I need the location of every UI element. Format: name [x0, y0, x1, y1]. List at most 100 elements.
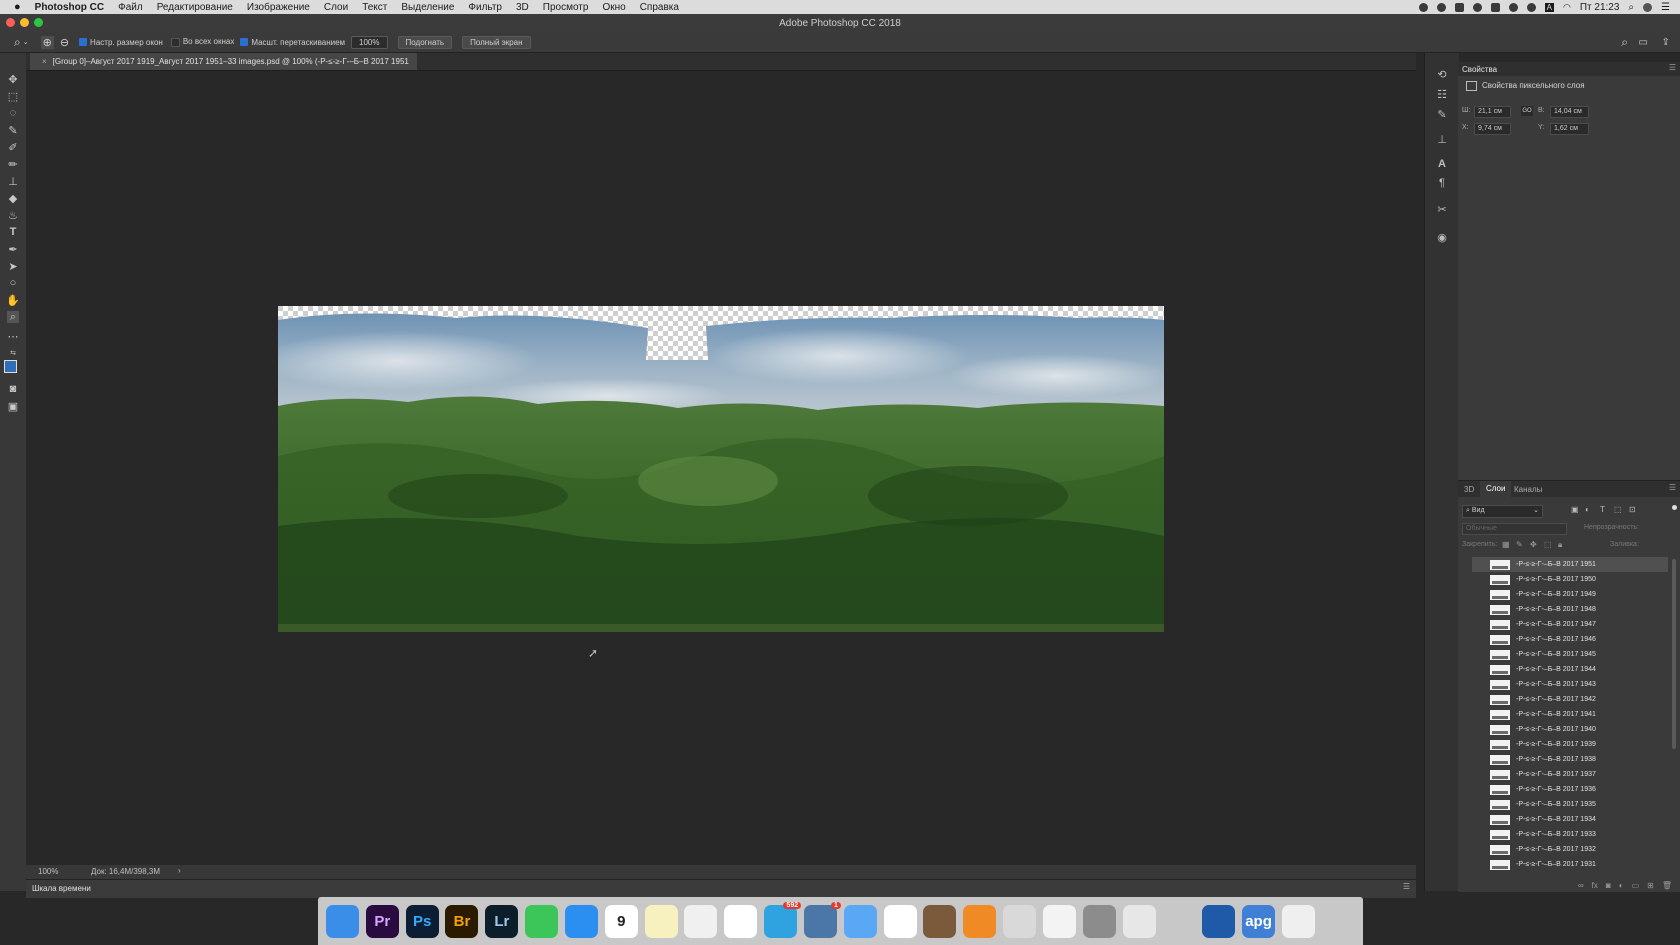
textedit-icon[interactable] [684, 904, 718, 938]
layer-visibility-toggle[interactable] [1472, 561, 1480, 569]
display-icon[interactable] [1490, 2, 1500, 12]
resize-windows-checkbox[interactable]: Настр. размер окон [79, 38, 163, 47]
layer-row[interactable]: -Р-≤-≥-Г-–Б–В 2017 1945 [1472, 647, 1668, 662]
creative-cloud-icon[interactable] [1418, 2, 1428, 12]
eye-icon[interactable] [1472, 2, 1482, 12]
quick-mask-icon[interactable]: ◙ [7, 383, 19, 395]
reminders-icon[interactable] [724, 904, 758, 938]
bridge-icon[interactable]: Br [445, 904, 479, 938]
zoom-tool-icon[interactable]: ⌕ [7, 311, 19, 323]
type-tool-icon[interactable]: T [7, 226, 19, 238]
panorama-image[interactable] [278, 306, 1164, 632]
layer-row[interactable]: -Р-≤-≥-Г-–Б–В 2017 1937 [1472, 767, 1668, 782]
layer-visibility-toggle[interactable] [1472, 741, 1480, 749]
blend-mode-select[interactable]: Обычные [1462, 523, 1567, 535]
layer-filter-select[interactable]: ⌕ Вид ⌄ [1462, 505, 1543, 518]
search-icon[interactable]: ⌕ [1621, 35, 1628, 50]
lasso-tool-icon[interactable]: ◌ [7, 107, 19, 119]
burn-tool-icon[interactable]: ♨ [7, 209, 19, 222]
layer-visibility-toggle[interactable] [1472, 711, 1480, 719]
stamp-tool-icon[interactable]: ⊥ [7, 175, 19, 188]
menu-layers[interactable]: Слои [324, 2, 348, 13]
lock-transparent-icon[interactable]: ▦ [1502, 540, 1510, 549]
lock-position-icon[interactable]: ✥ [1530, 540, 1537, 549]
lock-all-icon[interactable]: 🔒︎ [1558, 540, 1562, 550]
layer-row[interactable]: -Р-≤-≥-Г-–Б–В 2017 1936 [1472, 782, 1668, 797]
layers-menu-icon[interactable]: ☰ [1669, 483, 1676, 492]
properties-tab[interactable]: Свойства [1462, 65, 1497, 74]
spotlight-icon[interactable]: ⌕ [1628, 2, 1634, 13]
layer-row[interactable]: -Р-≤-≥-Г-–Б–В 2017 1950 [1472, 572, 1668, 587]
share-icon[interactable]: ⇪ [1662, 37, 1670, 48]
apple-icon[interactable]: ● [14, 1, 21, 13]
menu-help[interactable]: Справка [640, 2, 679, 13]
history-icon[interactable]: ⟲ [1436, 68, 1448, 81]
layer-visibility-toggle[interactable] [1472, 816, 1480, 824]
filter-smart-object-icon[interactable]: ⊡ [1629, 505, 1636, 514]
fit-screen-button[interactable]: Подогнать [397, 35, 453, 49]
status-menu-arrow-icon[interactable]: › [178, 866, 181, 875]
link-dimensions-icon[interactable]: GO [1521, 106, 1533, 116]
dropbox-icon[interactable] [1454, 2, 1464, 12]
timeline-tab[interactable]: Шкала времени [32, 884, 91, 893]
menu-select[interactable]: Выделение [401, 2, 454, 13]
calendar-icon[interactable]: 9 [604, 904, 638, 938]
character-icon[interactable]: A [1436, 158, 1448, 170]
new-group-icon[interactable]: ▭ [1632, 881, 1640, 890]
adjustment-layer-icon[interactable]: ◐ [1619, 881, 1624, 890]
notes-icon[interactable] [644, 904, 678, 938]
safari-icon[interactable] [564, 904, 598, 938]
scrubby-zoom-checkbox[interactable]: Масшт. перетаскиванием [240, 38, 345, 47]
layer-row[interactable]: -Р-≤-≥-Г-–Б–В 2017 1935 [1472, 797, 1668, 812]
screen-mode-icon[interactable]: ▣ [7, 400, 19, 413]
document-tab[interactable]: × [Group 0]–Август 2017 1919_Август 2017 … [30, 53, 417, 70]
menu-view[interactable]: Просмотр [543, 2, 589, 13]
filter-toggle-icon[interactable] [1672, 505, 1677, 510]
layer-row[interactable]: -Р-≤-≥-Г-–Б–В 2017 1949 [1472, 587, 1668, 602]
zoom-value-field[interactable]: 100% [351, 35, 388, 49]
vk-icon[interactable]: 1 [803, 901, 841, 938]
quick-select-tool-icon[interactable]: ✎ [7, 124, 19, 137]
marquee-tool-icon[interactable]: ⬚ [7, 90, 19, 103]
menu-type[interactable]: Текст [362, 2, 387, 13]
libraries-icon[interactable]: ◉ [1436, 231, 1448, 244]
tool-presets-icon[interactable]: ✂ [1436, 203, 1448, 216]
wifi-icon[interactable]: ◠ [1563, 2, 1571, 13]
ibooks-icon[interactable] [963, 904, 997, 938]
layer-row[interactable]: -Р-≤-≥-Г-–Б–В 2017 1942 [1472, 692, 1668, 707]
layers-scrollbar[interactable] [1672, 559, 1676, 749]
y-field[interactable]: 1,62 см [1550, 123, 1589, 135]
layer-visibility-toggle[interactable] [1472, 621, 1480, 629]
vpn-icon[interactable] [1526, 2, 1536, 12]
layer-row[interactable]: -Р-≤-≥-Г-–Б–В 2017 1948 [1472, 602, 1668, 617]
layer-row[interactable]: -Р-≤-≥-Г-–Б–В 2017 1934 [1472, 812, 1668, 827]
layer-visibility-toggle[interactable] [1472, 726, 1480, 734]
new-layer-icon[interactable]: ⊞ [1647, 881, 1654, 890]
timeline-menu-icon[interactable]: ☰ [1403, 882, 1410, 891]
system-preferences-icon[interactable] [1082, 904, 1116, 938]
filter-pixel-icon[interactable]: ▣ [1571, 505, 1579, 514]
time-machine-icon[interactable] [1508, 2, 1518, 12]
all-windows-checkbox[interactable]: Во всех окнах [170, 37, 234, 47]
fill-screen-button[interactable]: Полный экран [462, 35, 531, 49]
layer-visibility-toggle[interactable] [1472, 576, 1480, 584]
notebook-icon[interactable] [923, 904, 957, 938]
brush-settings-icon[interactable]: ✎ [1436, 108, 1448, 121]
filter-type-icon[interactable]: T [1600, 505, 1605, 514]
status-zoom[interactable]: 100% [38, 867, 58, 876]
trash-icon[interactable] [1321, 904, 1355, 938]
layer-row[interactable]: -Р-≤-≥-Г-–Б–В 2017 1931 [1472, 857, 1668, 872]
zoom-window-button[interactable] [34, 18, 43, 27]
eraser-tool-icon[interactable]: ◆ [7, 192, 19, 205]
messages-icon[interactable] [843, 904, 877, 938]
eyedropper-tool-icon[interactable]: ✐ [7, 141, 19, 154]
layer-visibility-toggle[interactable] [1472, 666, 1480, 674]
layer-visibility-toggle[interactable] [1472, 846, 1480, 854]
user-avatar-icon[interactable] [1643, 2, 1653, 12]
layer-row[interactable]: -Р-≤-≥-Г-–Б–В 2017 1938 [1472, 752, 1668, 767]
link-layers-icon[interactable]: ∞ [1578, 881, 1584, 890]
layer-row[interactable]: -Р-≤-≥-Г-–Б–В 2017 1951 [1472, 557, 1668, 572]
more-tools-icon[interactable]: ⋯ [7, 330, 19, 343]
record-icon[interactable] [1436, 2, 1446, 12]
input-layout-indicator[interactable]: A [1544, 2, 1554, 12]
